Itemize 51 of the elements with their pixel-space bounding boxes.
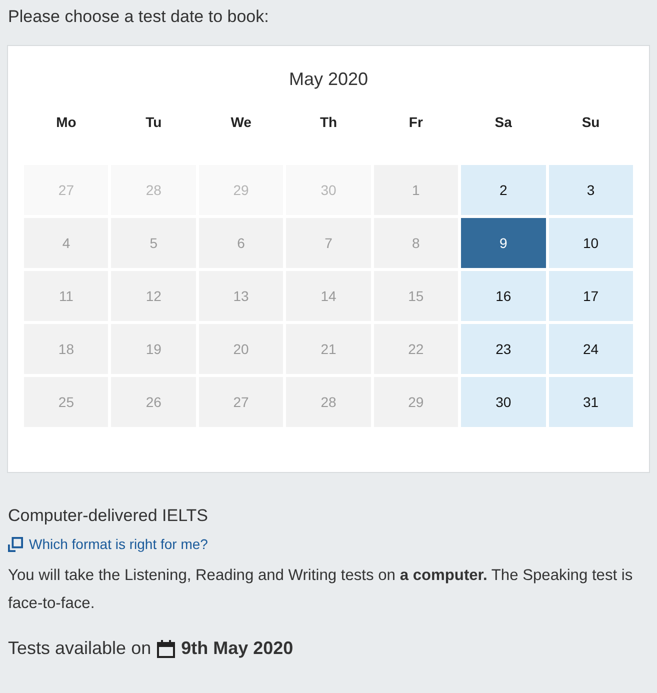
day-cell: 29 — [374, 377, 458, 427]
day-cell[interactable]: 9 — [461, 218, 546, 268]
day-cell: 19 — [111, 324, 196, 374]
weekday-label: Tu — [144, 113, 163, 132]
calendar-icon — [157, 640, 176, 658]
day-cell: 12 — [111, 271, 196, 321]
format-description: You will take the Listening, Reading and Writing tests on a computer. The Speaking test is face-to-face. — [8, 566, 634, 614]
day-cell[interactable]: 16 — [461, 271, 546, 321]
availability-label: Tests available on — [8, 638, 152, 659]
weekday-label: Fr — [408, 113, 424, 132]
day-cell: 15 — [374, 271, 458, 321]
weekday-label: We — [230, 113, 252, 132]
day-cell: 11 — [24, 271, 108, 321]
weekday-label: Th — [318, 113, 338, 132]
day-cell: 18 — [24, 324, 108, 374]
day-cell: 1 — [374, 165, 458, 215]
day-cell[interactable]: 17 — [548, 271, 633, 321]
month-title: May 2020 — [288, 68, 370, 90]
day-cell: 4 — [24, 218, 108, 268]
day-cell: 21 — [286, 324, 371, 374]
day-cell: 22 — [374, 324, 458, 374]
weekday-label: Sa — [494, 113, 513, 132]
day-cell: 20 — [198, 324, 284, 374]
day-cell: 6 — [198, 218, 284, 268]
day-cell: 13 — [198, 271, 284, 321]
external-window-icon — [8, 536, 23, 552]
format-link[interactable]: Which format is right for me? — [29, 536, 208, 552]
day-cell[interactable]: 2 — [461, 165, 546, 215]
day-cell: 25 — [24, 377, 108, 427]
day-cell: 27 — [24, 165, 108, 215]
format-title: Computer-delivered IELTS — [7, 505, 209, 527]
day-cell: 14 — [286, 271, 371, 321]
day-cell[interactable]: 3 — [548, 165, 633, 215]
day-cell: 26 — [111, 377, 196, 427]
day-cell: 5 — [111, 218, 196, 268]
day-cell: 7 — [286, 218, 371, 268]
day-cell[interactable]: 10 — [548, 218, 633, 268]
day-cell[interactable]: 30 — [461, 377, 546, 427]
weekday-label: Mo — [55, 113, 78, 132]
day-cell: 8 — [374, 218, 458, 268]
day-cell: 28 — [286, 377, 371, 427]
prompt-heading: Please choose a test date to book: — [7, 6, 270, 28]
weekday-label: Su — [580, 113, 601, 132]
day-cell: 28 — [111, 165, 196, 215]
day-cell[interactable]: 24 — [548, 324, 633, 374]
availability-date: 9th May 2020 — [181, 638, 294, 659]
day-cell[interactable]: 31 — [548, 377, 633, 427]
day-cell: 27 — [198, 377, 284, 427]
day-cell: 29 — [198, 165, 284, 215]
day-cell: 30 — [286, 165, 371, 215]
day-cell[interactable]: 23 — [461, 324, 546, 374]
